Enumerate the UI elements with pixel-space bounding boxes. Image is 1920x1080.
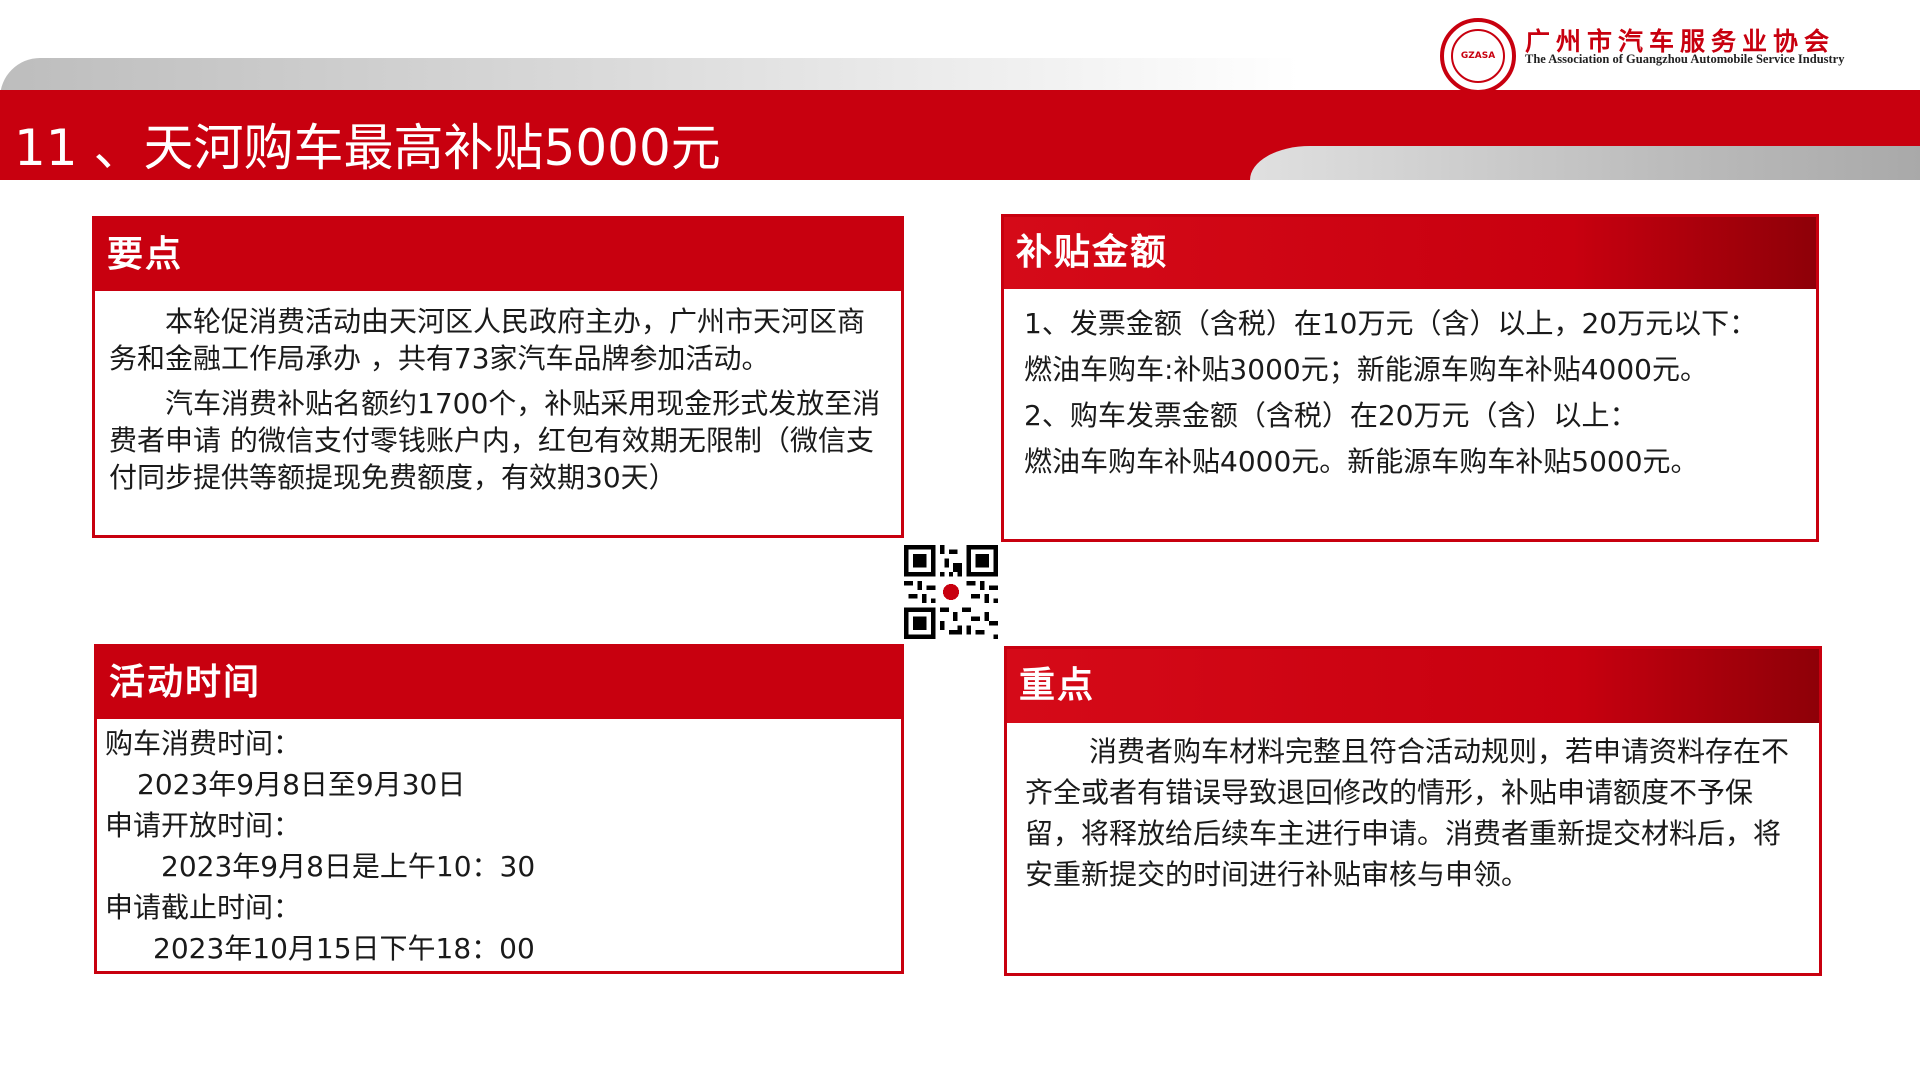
key-points-panel: 要点 本轮促消费活动由天河区人民政府主办，广州市天河区商务和金融工作局承办 ，共… [92,216,904,538]
subsidy-amount-body: 1、发票金额（含税）在10万元（含）以上，20万元以下： 燃油车购车:补贴300… [1004,289,1816,495]
page-title: 11 、天河购车最高补贴5000元 [14,119,721,177]
important-paragraph: 消费者购车材料完整且符合活动规则，若申请资料存在不齐全或者有错误导致退回修改的情… [1025,735,1790,891]
logo-inner-text: GZASA [1451,29,1505,83]
activity-time-body: 购车消费时间： 2023年9月8日至9月30日 申请开放时间： 2023年9月8… [97,719,901,979]
purchase-time-label: 购车消费时间： [105,727,302,760]
subsidy-line: 燃油车购车补贴4000元。新能源车购车补贴5000元。 [1024,445,1699,478]
important-panel: 重点 消费者购车材料完整且符合活动规则，若申请资料存在不齐全或者有错误导致退回修… [1004,646,1822,976]
deadline-label: 申请截止时间： [105,891,302,924]
important-heading: 重点 [1007,649,1819,723]
subsidy-line: 1、发票金额（含税）在10万元（含）以上，20万元以下： [1024,307,1758,340]
important-body: 消费者购车材料完整且符合活动规则，若申请资料存在不齐全或者有错误导致退回修改的情… [1007,723,1819,905]
key-points-paragraph: 汽车消费补贴名额约1700个，补贴采用现金形式发放至消费者申请 的微信支付零钱账… [109,387,881,494]
deadline-value: 2023年10月15日下午18：00 [153,932,535,965]
activity-time-heading: 活动时间 [97,647,901,719]
association-logo: GZASA [1440,18,1516,94]
activity-time-panel: 活动时间 购车消费时间： 2023年9月8日至9月30日 申请开放时间： 202… [94,644,904,974]
subsidy-amount-heading: 补贴金额 [1004,217,1816,289]
key-points-heading: 要点 [95,219,901,291]
open-time-label: 申请开放时间： [105,809,302,842]
subsidy-line: 燃油车购车:补贴3000元；新能源车购车补贴4000元。 [1024,353,1708,386]
org-name-en: The Association of Guangzhou Automobile … [1525,52,1845,66]
subsidy-amount-panel: 补贴金额 1、发票金额（含税）在10万元（含）以上，20万元以下： 燃油车购车:… [1001,214,1819,542]
header-grey-swoosh-right [1250,146,1920,180]
key-points-paragraph: 本轮促消费活动由天河区人民政府主办，广州市天河区商务和金融工作局承办 ，共有73… [109,305,866,375]
qr-code [904,545,998,639]
subsidy-line: 2、购车发票金额（含税）在20万元（含）以上： [1024,399,1638,432]
open-time-value: 2023年9月8日是上午10：30 [161,850,536,883]
key-points-body: 本轮促消费活动由天河区人民政府主办，广州市天河区商务和金融工作局承办 ，共有73… [95,291,901,506]
purchase-time-value: 2023年9月8日至9月30日 [137,768,466,801]
